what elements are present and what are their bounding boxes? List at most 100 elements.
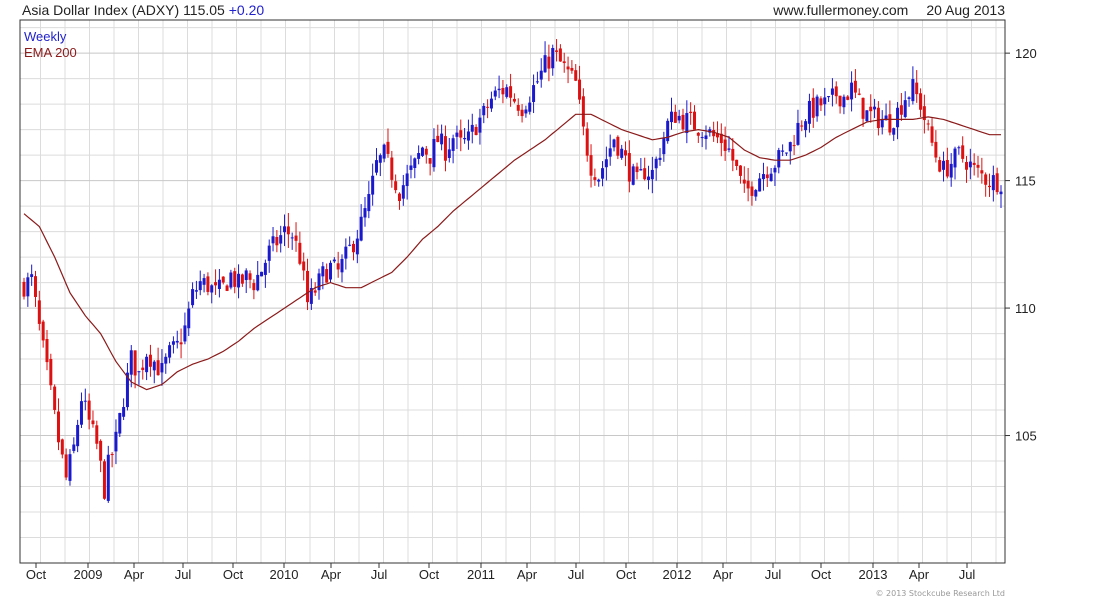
candle — [359, 204, 363, 242]
x-tick-label: 2013 — [859, 567, 888, 582]
candle — [635, 162, 639, 180]
candle — [578, 65, 582, 104]
candle-body — [601, 168, 605, 179]
candle-body — [110, 454, 114, 456]
candle-body — [263, 262, 267, 275]
candle — [558, 44, 562, 62]
candle — [378, 153, 382, 177]
candle — [141, 359, 145, 380]
candle — [926, 119, 930, 131]
candle-body — [72, 444, 76, 451]
candle — [612, 138, 616, 152]
candle-body — [597, 179, 601, 182]
x-tick-label: Apr — [517, 567, 538, 582]
candle — [152, 360, 156, 384]
candle — [401, 174, 405, 206]
candle — [976, 155, 980, 178]
candle-body — [539, 70, 543, 80]
candle — [409, 155, 413, 179]
candle-body — [738, 165, 742, 176]
candle-body — [244, 270, 248, 281]
candle — [830, 78, 834, 107]
candle — [267, 239, 271, 273]
candle-body — [359, 216, 363, 241]
candle — [390, 150, 394, 188]
candle — [631, 163, 635, 186]
candle-body — [133, 350, 137, 376]
candle-body — [179, 342, 183, 345]
candle — [99, 439, 103, 473]
candle — [555, 39, 559, 62]
candle — [666, 118, 670, 144]
candle-body — [512, 98, 516, 102]
candle-body — [87, 400, 91, 420]
candle — [662, 131, 666, 162]
candle-body — [562, 61, 566, 64]
candle-body — [685, 113, 689, 134]
candle-body — [853, 80, 857, 93]
y-tick-label: 115 — [1015, 174, 1036, 189]
candle-body — [811, 97, 815, 118]
candle-body — [302, 261, 306, 271]
candle-body — [447, 149, 451, 158]
candle-body — [329, 262, 333, 280]
x-tick-label: Jul — [175, 567, 192, 582]
legend-ema-200: EMA 200 — [24, 45, 77, 60]
candle-body — [171, 341, 175, 345]
candle — [804, 119, 808, 138]
x-axis-labels: Oct 2009 Apr Jul Oct 2010 Apr Jul Oct 2011 Apr Jul O… — [26, 563, 975, 582]
candle — [616, 135, 620, 160]
candle-body — [976, 164, 980, 168]
candle — [413, 157, 417, 179]
candle-body — [949, 163, 953, 178]
candle-body — [129, 350, 133, 375]
candle-body — [306, 270, 310, 303]
x-tick-label: Apr — [713, 567, 734, 582]
candle — [972, 153, 976, 176]
candle-body — [206, 276, 210, 292]
candle-body — [593, 177, 597, 180]
candle — [306, 258, 310, 311]
candle — [719, 123, 723, 157]
candle — [934, 130, 938, 163]
candle — [888, 100, 892, 136]
candle-body — [773, 167, 777, 173]
candle-body — [336, 263, 340, 270]
candle — [692, 105, 696, 130]
candle — [880, 110, 884, 135]
candle-body — [988, 185, 992, 188]
candle — [355, 229, 359, 264]
candle-body — [612, 139, 616, 148]
candle — [696, 132, 700, 143]
candle — [807, 93, 811, 133]
candle — [681, 108, 685, 132]
y-tick-label: 105 — [1015, 429, 1037, 444]
candle-body — [145, 356, 149, 373]
candle-body — [754, 190, 758, 197]
candle-body — [585, 128, 589, 156]
candle-body — [53, 386, 57, 410]
candle — [91, 410, 95, 428]
candle — [145, 353, 149, 381]
candle — [206, 272, 210, 296]
candle-body — [405, 173, 409, 187]
candle-body — [624, 150, 628, 156]
candle-body — [371, 175, 375, 195]
candle — [823, 87, 827, 116]
candle — [735, 159, 739, 171]
candle — [53, 384, 57, 415]
candle — [275, 230, 279, 253]
candle — [168, 341, 172, 364]
candle — [240, 273, 244, 287]
candle — [581, 88, 585, 136]
candle-body — [788, 142, 792, 152]
candle-body — [631, 166, 635, 185]
candle-body — [30, 274, 34, 277]
candle-body — [520, 109, 524, 117]
candle-body — [321, 266, 325, 277]
candle — [704, 125, 708, 150]
candle-body — [355, 238, 359, 255]
x-tick-label: Jul — [568, 567, 585, 582]
candle — [298, 231, 302, 266]
candle-body — [555, 50, 559, 52]
